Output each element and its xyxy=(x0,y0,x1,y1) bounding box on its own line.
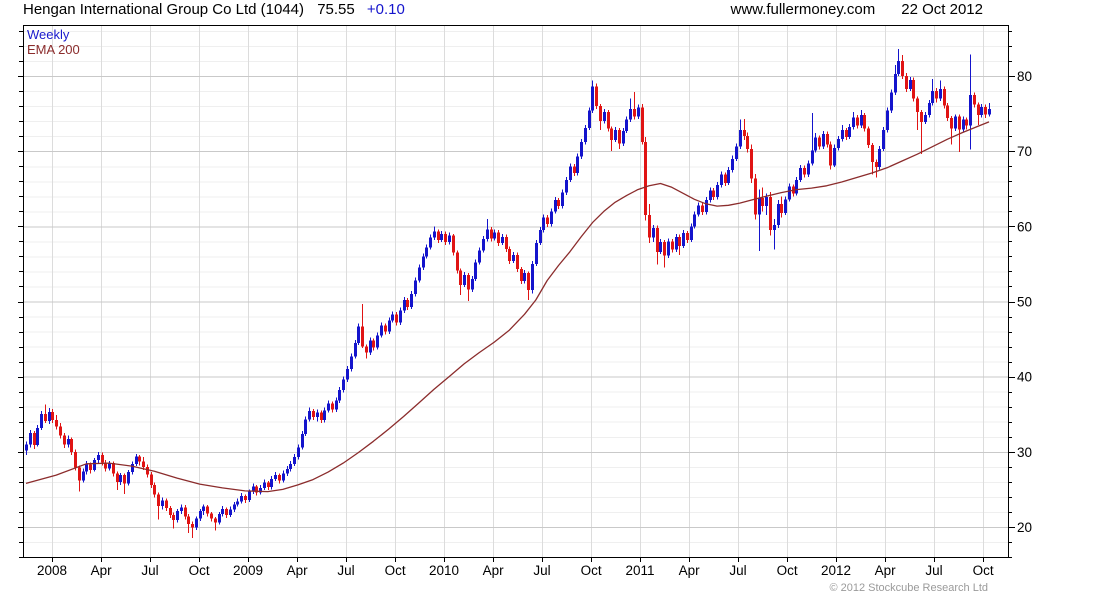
gridlines-minor xyxy=(23,31,1008,558)
candlestick-series xyxy=(25,49,991,539)
x-axis-label: Apr xyxy=(679,563,701,578)
x-axis-label: Oct xyxy=(189,563,210,578)
x-axis-label: Oct xyxy=(385,563,406,578)
y-axis-label: 20 xyxy=(1017,520,1032,535)
last-price: 75.55 xyxy=(317,1,355,18)
x-axis-label: Jul xyxy=(141,563,158,578)
price-change: +0.10 xyxy=(366,1,405,18)
title-bar-right: www.fullermoney.com 22 Oct 2012 xyxy=(731,1,984,18)
y-axis-label: 50 xyxy=(1017,295,1032,310)
y-axis-label: 80 xyxy=(1017,69,1032,84)
x-axis-label: 2011 xyxy=(626,563,655,578)
x-axis-label: 2009 xyxy=(233,563,263,578)
x-axis-label: 2010 xyxy=(429,563,459,578)
x-axis-label: Oct xyxy=(973,563,994,578)
x-axis-label: Jul xyxy=(533,563,550,578)
y-axis-label: 30 xyxy=(1017,445,1032,460)
chart-date: 22 Oct 2012 xyxy=(901,1,983,18)
chart-legend: Weekly EMA 200 xyxy=(27,27,80,57)
x-axis-label: 2008 xyxy=(37,563,67,578)
x-axis-label: Oct xyxy=(581,563,602,578)
x-axis-label: Apr xyxy=(287,563,309,578)
x-axis-label: Jul xyxy=(729,563,746,578)
site-label: www.fullermoney.com xyxy=(730,1,876,18)
x-axis-label: 2012 xyxy=(821,563,851,578)
price-chart-canvas: 2008 Apr Jul Oct 2009 Apr Jul Oct 2010 Apr Jul Oct 2… xyxy=(18,25,1032,578)
ema-line xyxy=(25,121,990,493)
x-axis-label: Jul xyxy=(337,563,354,578)
instrument-title: Hengan International Group Co Ltd (1044) xyxy=(23,1,305,18)
y-axis-label: 40 xyxy=(1017,370,1032,385)
copyright-notice: © 2012 Stockcube Research Ltd xyxy=(829,582,988,594)
x-axis-label: Apr xyxy=(875,563,897,578)
x-axis-label: Apr xyxy=(91,563,113,578)
chart-window: 2008 Apr Jul Oct 2009 Apr Jul Oct 2010 Apr Jul Oct 2… xyxy=(0,0,1100,600)
x-axis-label: Apr xyxy=(483,563,505,578)
x-axis-label: Oct xyxy=(777,563,798,578)
legend-ema: EMA 200 xyxy=(27,42,80,57)
y-axis-label: 70 xyxy=(1017,144,1032,159)
x-axis-label: Jul xyxy=(925,563,942,578)
legend-timeframe: Weekly xyxy=(27,27,70,42)
plot-frame xyxy=(23,25,1009,558)
y-axis-label: 60 xyxy=(1017,219,1032,234)
gridlines-major xyxy=(23,76,1008,528)
title-bar: Hengan International Group Co Ltd (1044)… xyxy=(23,1,405,18)
gridlines-vertical xyxy=(52,25,985,557)
